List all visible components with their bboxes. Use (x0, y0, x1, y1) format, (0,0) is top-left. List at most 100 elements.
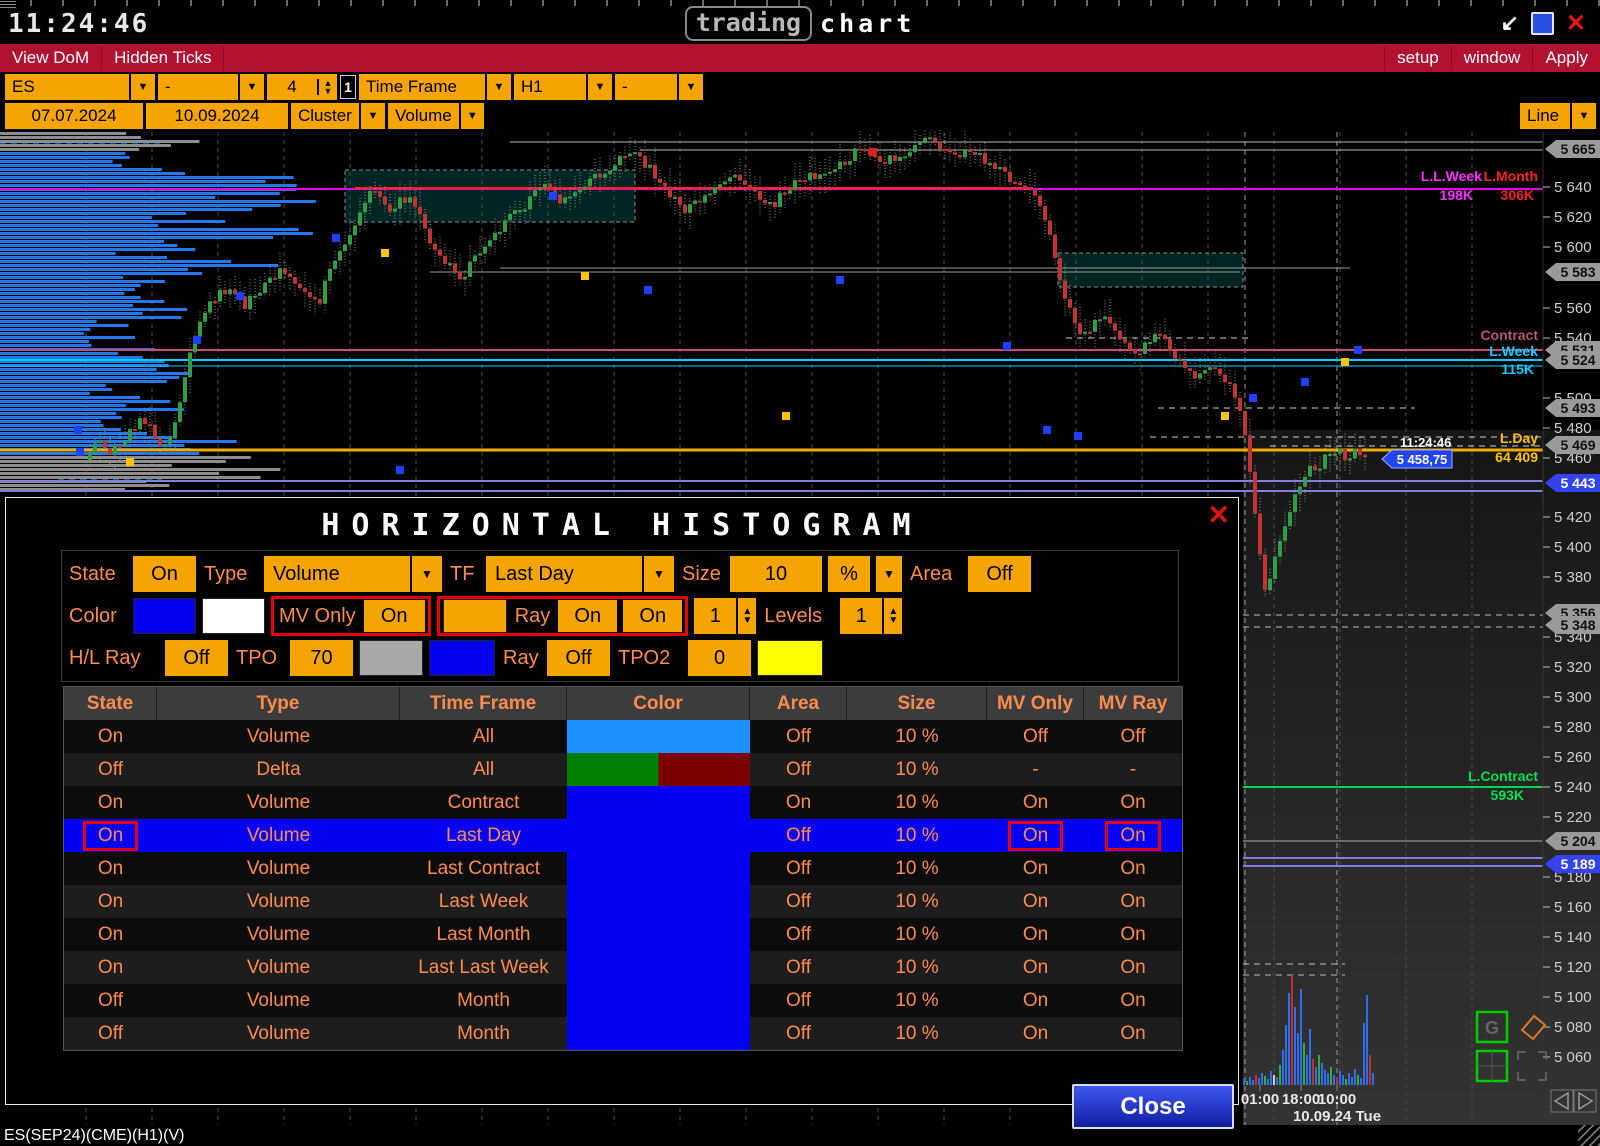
cell-color-swatch[interactable] (567, 786, 750, 819)
table-row[interactable]: OffDeltaAllOff10 %-- (64, 753, 1182, 786)
spin-down-icon[interactable]: ▼ (742, 616, 752, 625)
cell-type[interactable]: Volume (157, 819, 400, 852)
cell-time_frame[interactable]: Last Day (400, 819, 567, 852)
cell-time_frame[interactable]: Last Last Week (400, 951, 567, 984)
ray-toggle-2[interactable]: On (623, 600, 682, 632)
state-toggle[interactable]: On (133, 556, 196, 592)
cell-mv_only[interactable]: On (987, 918, 1084, 951)
color-swatch-white[interactable] (202, 598, 265, 634)
date-to-button[interactable]: 10.09.2024 (146, 103, 288, 129)
cell-time_frame[interactable]: Last Month (400, 918, 567, 951)
cell-state[interactable]: On (64, 720, 157, 753)
tpo2-value-button[interactable]: 0 (688, 640, 751, 676)
dialog-close-icon[interactable]: ✕ (1207, 500, 1230, 531)
count-stepper[interactable]: 1 ▲▼ (694, 598, 756, 634)
menu-view-dom[interactable]: View DoM (0, 46, 102, 70)
cell-area[interactable]: Off (750, 984, 847, 1017)
tf-value-select[interactable]: H1 ▼ (514, 74, 612, 100)
table-row[interactable]: OnVolumeLast WeekOff10 %OnOn (64, 885, 1182, 918)
size-value-button[interactable]: 10 (730, 556, 822, 592)
chevron-down-icon[interactable]: ▼ (129, 74, 155, 100)
color-swatch-blue[interactable] (133, 598, 196, 634)
cell-state[interactable]: On (64, 819, 157, 852)
cell-mv_only[interactable]: On (987, 819, 1084, 852)
cell-size[interactable]: 10 % (847, 753, 987, 786)
cell-area[interactable]: Off (750, 1017, 847, 1050)
cell-mv_only[interactable]: - (987, 753, 1084, 786)
cell-time_frame[interactable]: Last Contract (400, 852, 567, 885)
cell-area[interactable]: Off (750, 918, 847, 951)
cell-type[interactable]: Volume (157, 1017, 400, 1050)
mv-only-toggle[interactable]: On (364, 600, 425, 632)
cell-type[interactable]: Volume (157, 951, 400, 984)
table-row[interactable]: OnVolumeContractOn10 %OnOn (64, 786, 1182, 819)
hl-ray-toggle[interactable]: Off (165, 640, 228, 676)
close-button[interactable]: Close (1072, 1084, 1234, 1129)
tpo2-color-swatch-yellow[interactable] (757, 640, 823, 676)
chevron-down-icon[interactable]: ▼ (359, 103, 385, 129)
cell-type[interactable]: Volume (157, 786, 400, 819)
col-mv-ray[interactable]: MV Ray (1084, 687, 1182, 720)
cell-color-swatch[interactable] (567, 852, 750, 885)
cell-area[interactable]: Off (750, 753, 847, 786)
cell-type[interactable]: Volume (157, 720, 400, 753)
cell-mv_only[interactable]: On (987, 786, 1084, 819)
cell-mv_ray[interactable]: Off (1084, 720, 1182, 753)
cell-size[interactable]: 10 % (847, 984, 987, 1017)
ray-toggle-1[interactable]: On (558, 600, 617, 632)
cell-color-swatch[interactable] (567, 753, 750, 786)
cell-color-swatch[interactable] (567, 918, 750, 951)
date-from-button[interactable]: 07.07.2024 (5, 103, 143, 129)
tf-extra-select[interactable]: - ▼ (615, 74, 703, 100)
cell-time_frame[interactable]: All (400, 753, 567, 786)
cell-state[interactable]: Off (64, 753, 157, 786)
cell-mv_only[interactable]: On (987, 984, 1084, 1017)
cell-state[interactable]: On (64, 918, 157, 951)
cell-color-swatch[interactable] (567, 984, 750, 1017)
chevron-down-icon[interactable]: ▼ (586, 74, 612, 100)
tf-select[interactable]: Last Day ▼ (486, 556, 674, 592)
cell-state[interactable]: On (64, 885, 157, 918)
levels-stepper[interactable]: 1 ▲▼ (840, 598, 902, 634)
cell-area[interactable]: Off (750, 819, 847, 852)
chevron-down-icon[interactable]: ▼ (485, 74, 511, 100)
chevron-down-icon[interactable]: ▼ (677, 74, 703, 100)
cell-mv_ray[interactable]: On (1084, 984, 1182, 1017)
cell-time_frame[interactable]: All (400, 720, 567, 753)
cluster-select[interactable]: Cluster ▼ (291, 103, 385, 129)
cell-size[interactable]: 10 % (847, 918, 987, 951)
stepper-arrows[interactable]: ▲▼ (882, 598, 902, 634)
cell-time_frame[interactable]: Month (400, 984, 567, 1017)
cell-mv_ray[interactable]: On (1084, 819, 1182, 852)
col-color[interactable]: Color (567, 687, 750, 720)
chevron-down-icon[interactable]: ▼ (410, 556, 442, 592)
table-row[interactable]: OnVolumeLast MonthOff10 %OnOn (64, 918, 1182, 951)
chevron-down-icon[interactable]: ▼ (642, 556, 674, 592)
cell-size[interactable]: 10 % (847, 885, 987, 918)
cell-time_frame[interactable]: Month (400, 1017, 567, 1050)
spin-down-icon[interactable]: ▼ (324, 87, 333, 95)
cell-area[interactable]: Off (750, 951, 847, 984)
cell-type[interactable]: Delta (157, 753, 400, 786)
time-frame-select[interactable]: Time Frame ▼ (359, 74, 511, 100)
cell-area[interactable]: Off (750, 885, 847, 918)
table-row[interactable]: OnVolumeLast DayOff10 %OnOn (64, 819, 1182, 852)
col-state[interactable]: State (64, 687, 157, 720)
cell-mv_ray[interactable]: On (1084, 951, 1182, 984)
filter-select[interactable]: - ▼ (158, 74, 264, 100)
cell-time_frame[interactable]: Contract (400, 786, 567, 819)
cell-mv_only[interactable]: On (987, 1017, 1084, 1050)
cell-type[interactable]: Volume (157, 984, 400, 1017)
cell-mv_ray[interactable]: On (1084, 852, 1182, 885)
col-area[interactable]: Area (750, 687, 847, 720)
cell-size[interactable]: 10 % (847, 720, 987, 753)
cell-mv_ray[interactable]: - (1084, 753, 1182, 786)
stepper-arrows[interactable]: ▲▼ (317, 79, 337, 95)
chevron-down-icon[interactable]: ▼ (459, 103, 484, 129)
table-row[interactable]: OffVolumeMonthOff10 %OnOn (64, 1017, 1182, 1050)
col-size[interactable]: Size (847, 687, 987, 720)
cell-state[interactable]: Off (64, 984, 157, 1017)
size-unit-dropdown[interactable]: ▼ (876, 556, 902, 592)
menu-setup[interactable]: setup (1384, 46, 1451, 70)
cell-mv_only[interactable]: Off (987, 720, 1084, 753)
